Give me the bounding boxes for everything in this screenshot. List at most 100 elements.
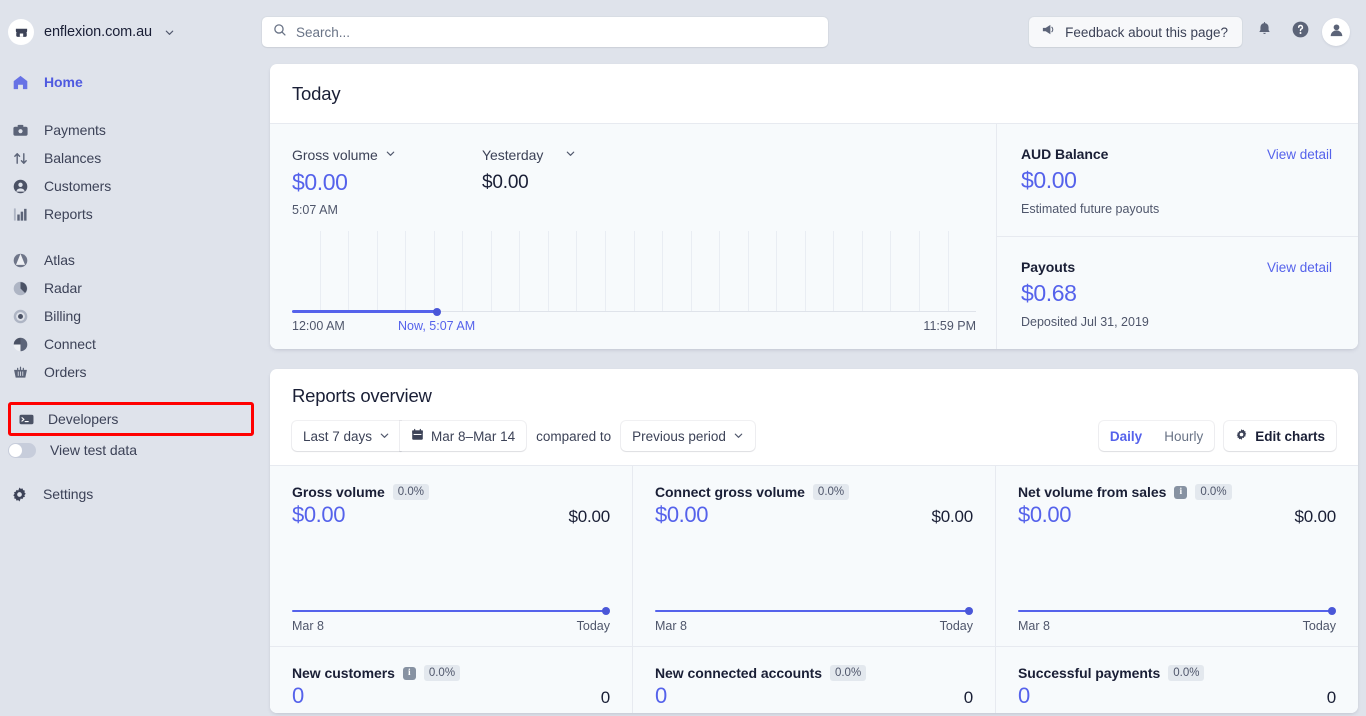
- metric-primary-value: $0.00: [292, 502, 346, 527]
- sidebar-label-atlas: Atlas: [44, 252, 75, 268]
- chevron-down-icon: [565, 146, 576, 164]
- info-icon[interactable]: i: [1174, 485, 1188, 499]
- chart-progress-dot: [433, 308, 441, 316]
- metric-name: New connected accounts: [655, 665, 822, 681]
- sidebar-item-settings[interactable]: Settings: [0, 480, 254, 508]
- date-range-label: Mar 8–Mar 14: [431, 428, 516, 444]
- terminal-icon: [16, 409, 36, 429]
- chart-label-now: Now, 5:07 AM: [398, 319, 476, 333]
- calendar-icon: [411, 428, 424, 444]
- metric-values: 0 0: [292, 683, 610, 709]
- sidebar-label-orders: Orders: [44, 364, 87, 380]
- metric-card-net-volume-from-sales[interactable]: Net volume from sales i 0.0% $0.00 $0.00…: [995, 466, 1358, 646]
- atlas-icon: [10, 250, 30, 270]
- metric-card-new-connected-accounts[interactable]: New connected accounts 0.0% 0 0: [632, 647, 995, 713]
- chevron-down-icon: [733, 429, 744, 444]
- chart-gridline: [547, 231, 577, 311]
- toggle-switch[interactable]: [8, 442, 36, 458]
- chart-gridline: [719, 231, 748, 311]
- chart-gridline: [519, 231, 548, 311]
- metric-card-connect-gross-volume[interactable]: Connect gross volume 0.0% $0.00 $0.00 Ma…: [632, 466, 995, 646]
- billing-icon: [10, 306, 30, 326]
- chart-gridline: [947, 231, 977, 311]
- info-icon[interactable]: i: [402, 666, 416, 680]
- sidebar-label-reports: Reports: [44, 206, 93, 222]
- aud-balance-view-detail-link[interactable]: View detail: [1267, 147, 1332, 162]
- reports-header: Reports overview Last 7 days Mar 8–Mar 1…: [270, 369, 1358, 466]
- avatar[interactable]: [1322, 18, 1350, 46]
- yesterday-label: Yesterday: [482, 147, 544, 163]
- main-content: Search... Feedback about this page? Toda…: [262, 0, 1366, 716]
- sidebar-item-reports[interactable]: Reports: [0, 200, 254, 228]
- compare-select[interactable]: Previous period: [621, 421, 755, 451]
- sparkline-line: [1018, 610, 1330, 613]
- compared-to-label: compared to: [536, 428, 612, 444]
- reports-title: Reports overview: [292, 385, 432, 406]
- account-switcher[interactable]: enflexion.com.au: [0, 0, 262, 64]
- gross-volume-time: 5:07 AM: [292, 203, 338, 217]
- search-input[interactable]: Search...: [262, 17, 828, 47]
- payouts-header: Payouts View detail: [1021, 259, 1332, 275]
- edit-charts-button[interactable]: Edit charts: [1224, 421, 1336, 451]
- today-balance-panel: AUD Balance View detail $0.00 Estimated …: [996, 124, 1358, 349]
- notifications-button[interactable]: [1250, 18, 1278, 46]
- sidebar-item-developers[interactable]: Developers: [8, 402, 254, 436]
- view-test-data-toggle[interactable]: View test data: [0, 436, 262, 464]
- chart-gridline: [861, 231, 891, 311]
- sidebar-item-customers[interactable]: Customers: [0, 172, 254, 200]
- gross-volume-selector[interactable]: Gross volume: [292, 146, 482, 164]
- metric-secondary-value: $0.00: [1294, 507, 1336, 526]
- sidebar-item-payments[interactable]: Payments: [0, 116, 254, 144]
- sidebar-item-atlas[interactable]: Atlas: [0, 246, 254, 274]
- range-select-label: Last 7 days: [303, 428, 373, 444]
- aud-balance-amount: $0.00: [1021, 167, 1077, 193]
- metric-primary-value: $0.00: [1018, 502, 1072, 527]
- metrics-row-2: New customers i 0.0% 0 0 New connected a…: [270, 646, 1358, 713]
- range-select[interactable]: Last 7 days: [292, 421, 402, 451]
- topbar-actions: Feedback about this page?: [1029, 17, 1360, 47]
- reports-toolbar-right: Daily Hourly Edit charts: [1098, 421, 1336, 451]
- status-badge: 0.0%: [812, 484, 850, 500]
- help-button[interactable]: [1286, 18, 1314, 46]
- metric-secondary-value: 0: [963, 688, 973, 707]
- granularity-hourly[interactable]: Hourly: [1153, 429, 1214, 444]
- metric-values: 0 0: [1018, 683, 1336, 709]
- metric-name: Connect gross volume: [655, 484, 805, 500]
- sidebar-item-orders[interactable]: Orders: [0, 358, 254, 386]
- status-badge: 0.0%: [423, 665, 461, 681]
- sparkline-label-end: Today: [939, 619, 973, 633]
- search-icon: [273, 23, 287, 42]
- granularity-toggle: Daily Hourly: [1098, 421, 1215, 451]
- metric-card-gross-volume[interactable]: Gross volume 0.0% $0.00 $0.00 Mar 8 Toda…: [270, 466, 632, 646]
- edit-charts-label: Edit charts: [1255, 428, 1325, 444]
- gross-volume-label: Gross volume: [292, 147, 378, 163]
- date-range-button[interactable]: Mar 8–Mar 14: [400, 421, 527, 451]
- sidebar-label-developers: Developers: [48, 411, 119, 427]
- sidebar-item-connect[interactable]: Connect: [0, 330, 254, 358]
- sidebar-label-customers: Customers: [44, 178, 112, 194]
- chart-gridline: [319, 231, 349, 311]
- payouts-amount: $0.68: [1021, 280, 1077, 306]
- chart-gridline: [490, 231, 520, 311]
- sidebar-item-home[interactable]: Home: [0, 66, 254, 98]
- granularity-daily[interactable]: Daily: [1099, 429, 1153, 444]
- chart-gridline: [605, 231, 634, 311]
- sidebar-item-billing[interactable]: Billing: [0, 302, 254, 330]
- feedback-button[interactable]: Feedback about this page?: [1029, 17, 1242, 47]
- chart-gridline: [747, 231, 777, 311]
- chart-gridline: [433, 231, 463, 311]
- sparkline-label-end: Today: [1302, 619, 1336, 633]
- today-card-body: Gross volume $0.00 5:07 AM Yesterday $0.…: [270, 124, 1358, 349]
- metric-card-successful-payments[interactable]: Successful payments 0.0% 0 0: [995, 647, 1358, 713]
- aud-balance-sub: Estimated future payouts: [1021, 202, 1160, 216]
- sidebar-item-radar[interactable]: Radar: [0, 274, 254, 302]
- metric-primary-value: $0.00: [655, 502, 709, 527]
- yesterday-selector[interactable]: Yesterday: [482, 146, 576, 164]
- sidebar-item-balances[interactable]: Balances: [0, 144, 254, 172]
- sidebar-label-connect: Connect: [44, 336, 96, 352]
- payouts-view-detail-link[interactable]: View detail: [1267, 260, 1332, 275]
- nav-group-core: Payments Balances Customers Reports: [0, 116, 262, 228]
- nav-divider-2: [0, 228, 262, 244]
- metric-card-new-customers[interactable]: New customers i 0.0% 0 0: [270, 647, 632, 713]
- chart-label-end: 11:59 PM: [923, 319, 976, 333]
